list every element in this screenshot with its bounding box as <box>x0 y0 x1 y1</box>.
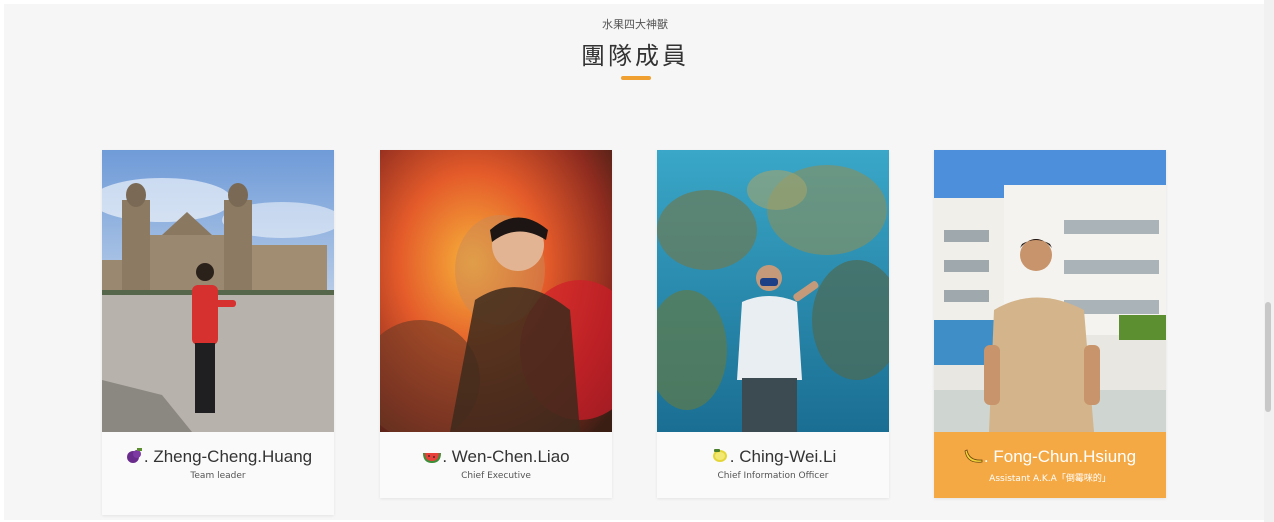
grape-icon <box>126 448 142 463</box>
member-photo-aquarium <box>657 150 889 432</box>
member-caption: . Zheng-Cheng.Huang Team leader <box>102 432 334 481</box>
member-caption: . Wen-Chen.Liao Chief Executive <box>380 432 612 481</box>
member-card-2[interactable]: . Wen-Chen.Liao Chief Executive <box>380 150 612 498</box>
member-photo-cathedral <box>102 150 334 432</box>
member-role: Chief Executive <box>461 471 531 481</box>
watermelon-icon <box>423 453 442 463</box>
member-card-1[interactable]: . Zheng-Cheng.Huang Team leader <box>102 150 334 515</box>
lemon-icon <box>712 449 727 462</box>
member-name: . Zheng-Cheng.Huang <box>102 447 334 466</box>
member-photo-building <box>934 150 1166 432</box>
member-role: Chief Information Officer <box>717 471 829 481</box>
member-card-3[interactable]: . Ching-Wei.Li Chief Information Officer <box>657 150 889 498</box>
member-name: . Fong-Chun.Hsiung <box>934 447 1166 466</box>
section-subtitle: 水果四大神獸 <box>602 18 668 31</box>
member-name: . Wen-Chen.Liao <box>380 447 612 466</box>
scrollbar-thumb[interactable] <box>1265 302 1271 412</box>
scrollbar-track[interactable] <box>1264 0 1274 522</box>
title-underline <box>621 76 651 80</box>
member-caption: . Ching-Wei.Li Chief Information Officer <box>657 432 889 481</box>
member-role: Team leader <box>190 471 246 481</box>
member-name: . Ching-Wei.Li <box>657 447 889 466</box>
member-photo-abstract <box>380 150 612 432</box>
member-role: Assistant A.K.A「倒霉咪的」 <box>989 474 1111 484</box>
banana-icon <box>964 449 983 463</box>
section-title: 團隊成員 <box>581 42 689 70</box>
member-card-4[interactable]: . Fong-Chun.Hsiung Assistant A.K.A「倒霉咪的」 <box>934 150 1166 498</box>
member-caption: . Fong-Chun.Hsiung Assistant A.K.A「倒霉咪的」 <box>934 432 1166 498</box>
